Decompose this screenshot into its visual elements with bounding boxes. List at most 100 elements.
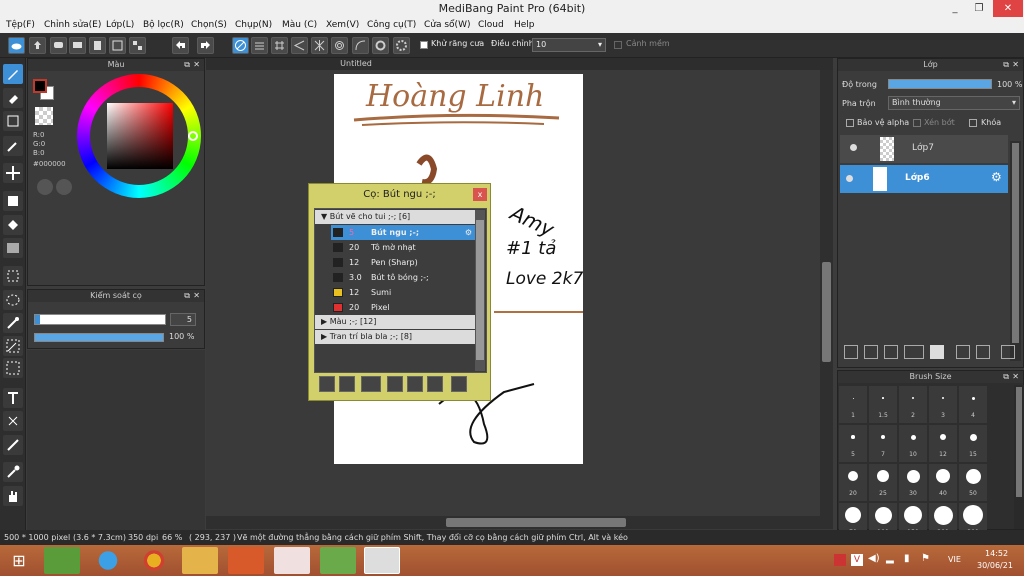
app-icon-2[interactable] (320, 547, 356, 574)
eyedropper-tool-icon[interactable] (3, 462, 23, 482)
eye-icon[interactable] (850, 144, 857, 151)
parallel-snap-icon[interactable] (251, 37, 268, 54)
comment-icon[interactable] (50, 37, 67, 54)
maximize-button[interactable]: ❐ (968, 0, 990, 17)
redo-icon[interactable] (197, 37, 214, 54)
brush-settings-icon[interactable] (387, 376, 403, 392)
gear-icon[interactable]: ⚙ (991, 170, 1002, 184)
brush-size-cell[interactable]: 3 (929, 386, 957, 423)
brush-size-cell[interactable]: 25 (869, 464, 897, 501)
battery-icon[interactable]: ▮ (904, 553, 910, 564)
select-pen-tool-icon[interactable] (3, 336, 23, 356)
layers-scrollbar[interactable] (1010, 141, 1021, 361)
folder-icon[interactable] (407, 376, 423, 392)
brush-size-cell[interactable]: 10 (899, 425, 927, 462)
lasso-tool-icon[interactable] (3, 290, 23, 310)
select-eraser-tool-icon[interactable] (3, 358, 23, 378)
palette-add-icon[interactable] (56, 179, 72, 195)
network-icon[interactable]: ▂ (886, 553, 894, 564)
menu-tools[interactable]: Công cụ(T) (367, 17, 416, 33)
menu-select[interactable]: Chọn(S) (191, 17, 227, 33)
operation-tool-icon[interactable] (3, 411, 23, 431)
speaker-icon[interactable]: ◀) (868, 553, 880, 564)
foreground-color-swatch[interactable] (33, 79, 47, 93)
brush-row[interactable]: 20 Tô mờ nhạt (331, 240, 475, 255)
lock-checkbox[interactable] (969, 119, 977, 127)
menu-file[interactable]: Tệp(F) (6, 17, 35, 33)
brush-size-cell[interactable]: 2 (899, 386, 927, 423)
vietkey-icon[interactable]: V (851, 554, 863, 566)
bucket-tool-icon[interactable] (3, 215, 23, 235)
panel-close-icon[interactable]: ✕ (193, 290, 200, 302)
new-halftone-layer-icon[interactable] (864, 345, 878, 359)
brush-dialog-close-button[interactable]: x (473, 188, 487, 201)
antialias-checkbox[interactable] (420, 41, 428, 49)
opacity-slider[interactable] (34, 333, 164, 342)
dock-icon[interactable]: ⧉ (1003, 59, 1009, 71)
horizontal-scrollbar[interactable] (206, 516, 833, 529)
flag-icon[interactable]: ⚑ (921, 553, 930, 564)
duplicate-icon[interactable] (427, 376, 443, 392)
warning-checkbox[interactable] (614, 41, 622, 49)
menu-filter[interactable]: Bộ lọc(R) (143, 17, 184, 33)
layers-scroll-thumb[interactable] (1012, 143, 1019, 343)
brush-tool-icon[interactable] (3, 64, 23, 84)
brush-size-cell[interactable]: 7 (869, 425, 897, 462)
brush-size-cell[interactable]: 5 (839, 425, 867, 462)
settings-icon[interactable] (393, 37, 410, 54)
powerpoint-icon[interactable] (228, 547, 264, 574)
move-tool-icon[interactable] (3, 163, 23, 183)
language-indicator[interactable]: VIE (948, 555, 961, 564)
tile-icon[interactable] (129, 37, 146, 54)
dock-icon[interactable]: ⧉ (184, 59, 190, 71)
eraser-tool-icon[interactable] (3, 88, 23, 108)
menu-window[interactable]: Cửa sổ(W) (424, 17, 470, 33)
brush-list-scrollbar[interactable] (475, 210, 485, 371)
brush-size-cell[interactable]: 1 (839, 386, 867, 423)
blur-tool-icon[interactable] (3, 136, 23, 156)
merge-layer-icon[interactable] (976, 345, 990, 359)
transparent-swatch[interactable] (35, 107, 53, 125)
radial-snap-icon[interactable] (311, 37, 328, 54)
magic-wand-tool-icon[interactable] (3, 313, 23, 333)
upload-icon[interactable] (29, 37, 46, 54)
gear-icon[interactable]: ⚙ (465, 225, 472, 240)
hand-tool-icon[interactable] (3, 486, 23, 506)
new-brush-icon[interactable] (339, 376, 355, 392)
eye-icon[interactable] (846, 175, 853, 182)
menu-cloud[interactable]: Cloud (478, 17, 504, 33)
text-tool-icon[interactable] (3, 388, 23, 408)
rectangle-tool-icon[interactable] (3, 111, 23, 131)
brush-size-scrollbar[interactable] (1014, 385, 1024, 529)
hue-marker[interactable] (188, 131, 198, 141)
brush-size-cell[interactable]: 30 (899, 464, 927, 501)
protect-alpha-checkbox[interactable] (846, 119, 854, 127)
menu-snap[interactable]: Chụp(N) (235, 17, 272, 33)
gear-snap-icon[interactable] (372, 37, 389, 54)
curve-snap-icon[interactable] (352, 37, 369, 54)
tray-icon[interactable] (834, 554, 846, 566)
dock-icon[interactable]: ⧉ (184, 290, 190, 302)
perspective-snap-icon[interactable] (291, 37, 308, 54)
menu-layer[interactable]: Lớp(L) (106, 17, 134, 33)
clipping-checkbox[interactable] (913, 119, 921, 127)
palette-icon[interactable] (37, 179, 53, 195)
gradient-tool-icon[interactable] (3, 238, 23, 258)
divide-tool-icon[interactable] (3, 435, 23, 455)
chrome-icon[interactable] (136, 547, 172, 574)
cloud-download-icon[interactable] (319, 376, 335, 392)
duplicate-layer-icon[interactable] (956, 345, 970, 359)
brush-size-cell[interactable]: 50 (959, 464, 987, 501)
medibang-task-icon[interactable] (364, 547, 400, 574)
brush-size-field[interactable]: 5 (170, 313, 196, 326)
minimize-button[interactable]: _ (944, 0, 966, 17)
panel-close-icon[interactable]: ✕ (1012, 371, 1019, 383)
trash-icon[interactable] (1001, 345, 1015, 359)
select-tool-icon[interactable] (3, 266, 23, 286)
horizontal-scroll-thumb[interactable] (446, 518, 626, 527)
vertical-scroll-thumb[interactable] (822, 262, 831, 362)
close-button[interactable]: ✕ (993, 0, 1023, 17)
layer-opacity-slider[interactable] (888, 79, 992, 89)
menu-help[interactable]: Help (514, 17, 535, 33)
brush-row[interactable]: 12 Sumi (331, 285, 475, 300)
